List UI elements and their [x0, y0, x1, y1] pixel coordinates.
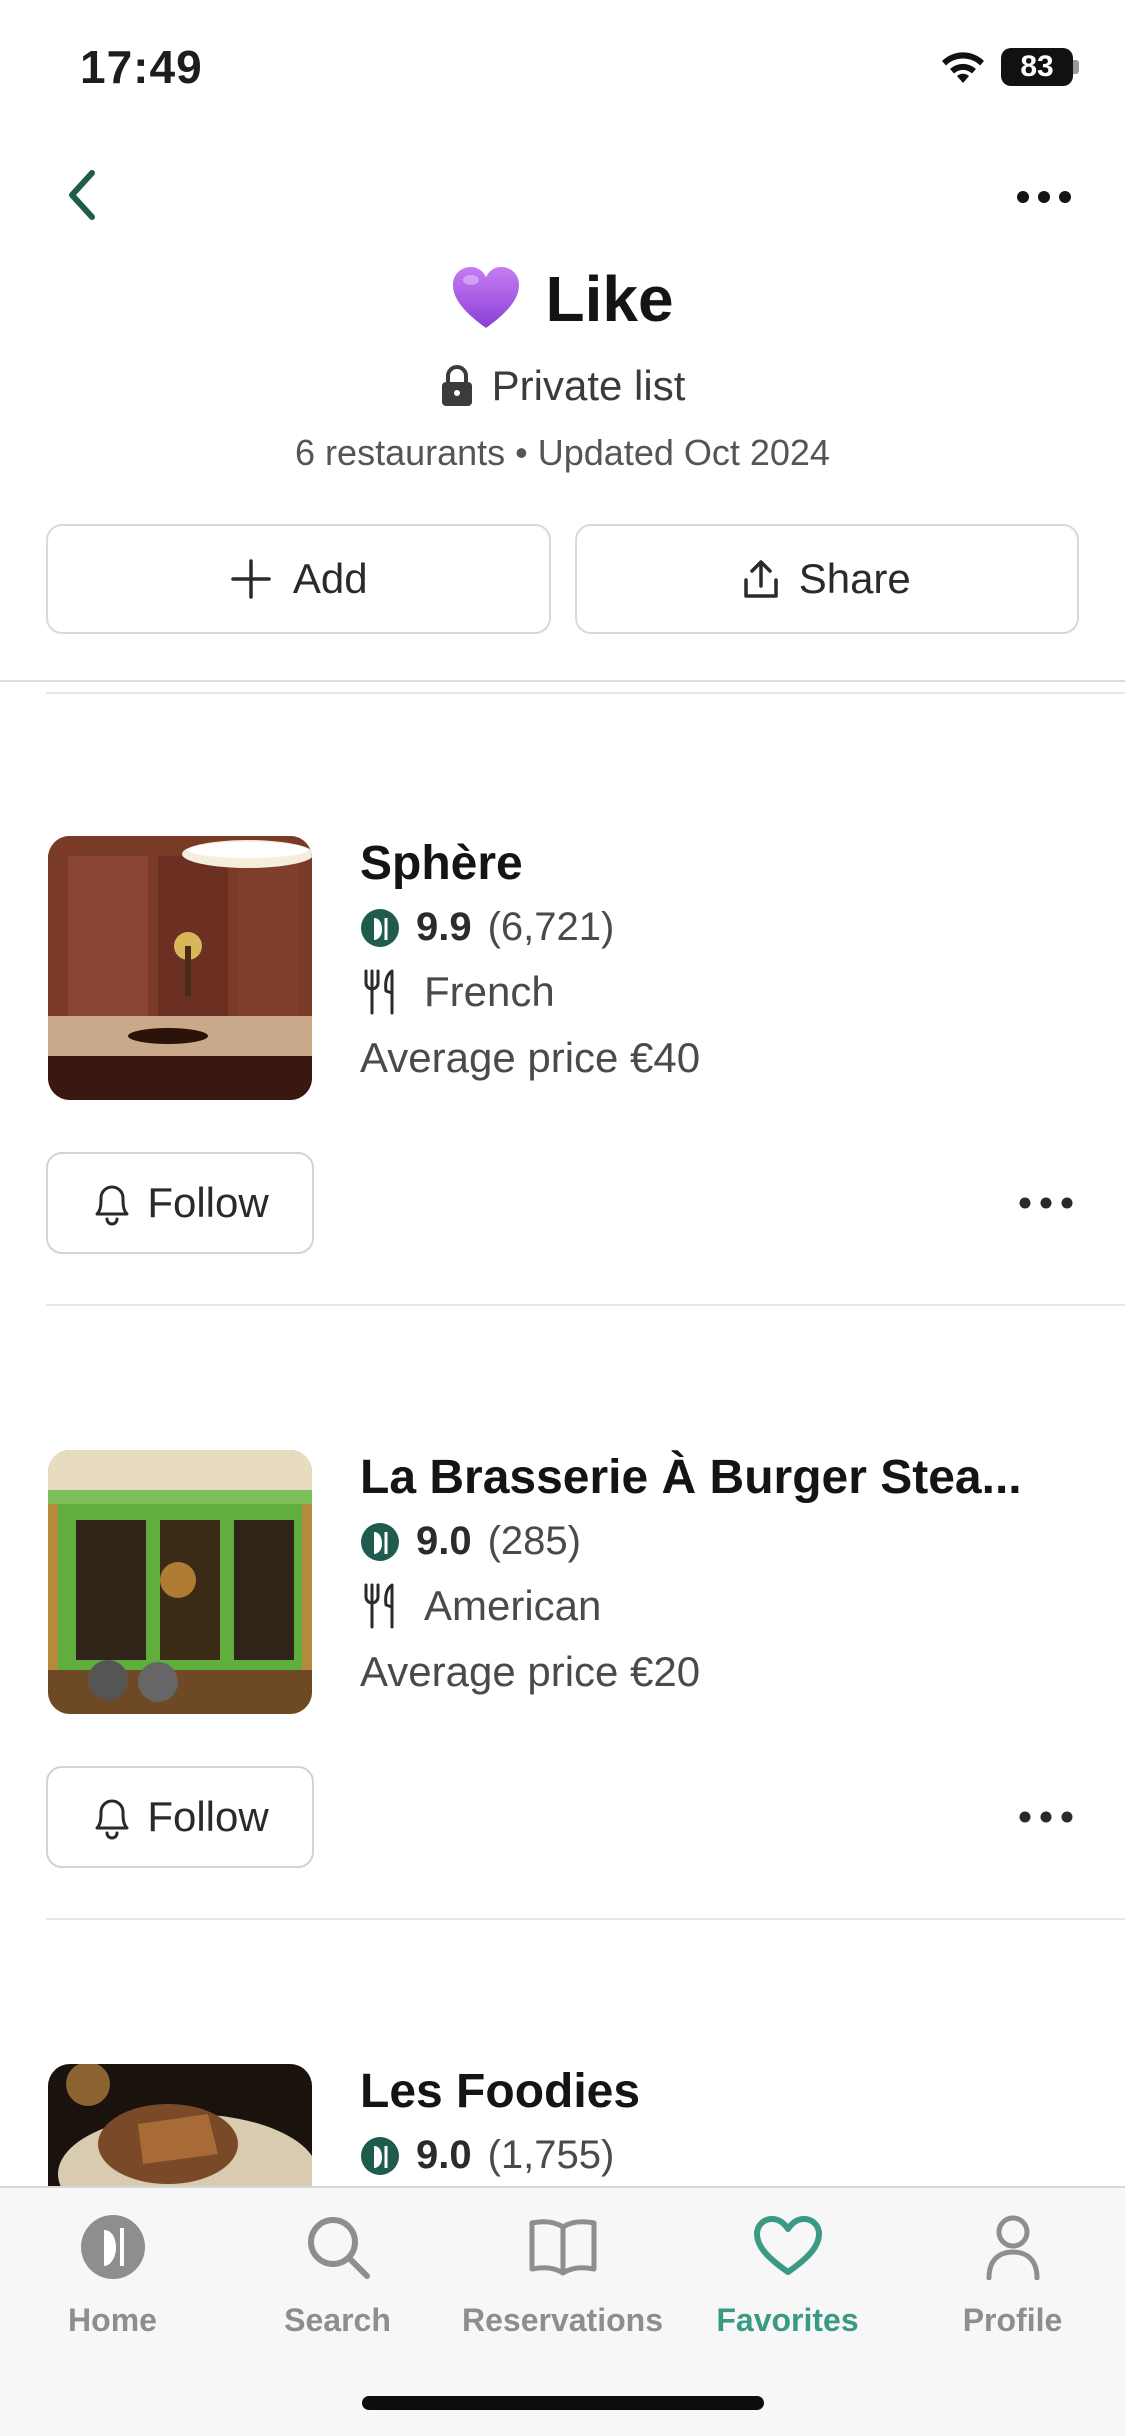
back-button[interactable]: [52, 160, 112, 230]
cuisine-line: French: [360, 968, 1080, 1016]
ellipsis-icon: [1019, 1811, 1073, 1823]
list-divider: [46, 692, 1125, 694]
review-count: (6,721): [487, 905, 615, 949]
tab-favorites[interactable]: Favorites: [675, 2210, 900, 2339]
rating-score: 9.9: [416, 905, 472, 949]
restaurant-info: La Brasserie À Burger Stea... 9.0 (285) …: [360, 1450, 1080, 1696]
average-price: Average price €20: [360, 1648, 701, 1695]
chevron-left-icon: [69, 170, 95, 220]
cuisine-label: French: [424, 968, 555, 1015]
restaurant-photo[interactable]: [48, 1450, 312, 1714]
rating-line: 9.0 (285): [360, 1519, 1080, 1564]
battery-indicator: 83: [1001, 48, 1073, 86]
restaurant-info: Les Foodies 9.0 (1,755): [360, 2064, 1080, 2178]
person-icon: [986, 2215, 1039, 2280]
share-icon: [743, 560, 778, 598]
privacy-label: Private list: [491, 362, 686, 409]
list-title-row: Like: [0, 262, 1125, 336]
tab-label: Search: [284, 2302, 391, 2338]
utensils-icon: [364, 969, 394, 1015]
list-meta: 6 restaurants • Updated Oct 2024: [295, 432, 830, 473]
header-divider: [0, 680, 1125, 682]
review-count: (1,755): [487, 2133, 615, 2177]
tab-profile[interactable]: Profile: [900, 2210, 1125, 2339]
cuisine-line: American: [360, 1582, 1080, 1630]
privacy-row: Private list: [0, 362, 1125, 410]
restaurant-photo[interactable]: [48, 2064, 312, 2186]
restaurant-name: Sphère: [360, 837, 523, 890]
bell-icon: [95, 1799, 129, 1840]
restaurant-more-button[interactable]: [1011, 1178, 1081, 1228]
card-divider: [46, 1918, 1125, 1920]
ellipsis-icon: [1019, 1197, 1073, 1209]
rating-badge-icon: [361, 908, 399, 947]
review-count: (285): [487, 1519, 581, 1563]
tab-label: Profile: [962, 2302, 1063, 2338]
heart-icon: [753, 2216, 822, 2275]
follow-button[interactable]: Follow: [46, 1766, 314, 1868]
status-bar: 17:49 83: [0, 0, 1125, 140]
battery-cap: [1073, 60, 1079, 74]
more-options-button[interactable]: [1009, 172, 1079, 222]
action-row: Add Share: [46, 524, 1079, 634]
rating-line: 9.0 (1,755): [360, 2133, 1080, 2178]
page-title: Like: [545, 263, 674, 335]
add-button-label: Add: [292, 555, 368, 602]
restaurant-photo[interactable]: [48, 836, 312, 1100]
rating-score: 9.0: [416, 1519, 472, 1563]
rating-badge-icon: [361, 2136, 399, 2175]
tab-label: Reservations: [462, 2302, 663, 2338]
search-icon: [307, 2217, 370, 2279]
follow-button-label: Follow: [147, 1179, 269, 1226]
cuisine-label: American: [424, 1582, 602, 1629]
share-button-label: Share: [798, 555, 911, 602]
add-button[interactable]: Add: [46, 524, 551, 634]
utensils-icon: [364, 1583, 394, 1629]
wifi-icon: [942, 52, 984, 83]
lock-icon: [441, 365, 472, 406]
restaurant-more-button[interactable]: [1011, 1792, 1081, 1842]
ellipsis-icon: [1017, 191, 1071, 203]
tab-reservations[interactable]: Reservations: [450, 2210, 675, 2339]
follow-button-label: Follow: [147, 1793, 269, 1840]
home-indicator: [362, 2396, 764, 2410]
status-icons: 83: [939, 48, 1079, 86]
tab-label: Favorites: [716, 2302, 859, 2338]
tab-label: Home: [68, 2302, 157, 2338]
tab-home[interactable]: Home: [0, 2210, 225, 2339]
book-icon: [529, 2219, 596, 2276]
restaurant-name: La Brasserie À Burger Stea...: [360, 1451, 1022, 1504]
rating-line: 9.9 (6,721): [360, 905, 1080, 950]
bell-icon: [95, 1185, 129, 1226]
plus-icon: [231, 559, 271, 599]
status-time: 17:49: [80, 41, 203, 93]
follow-button[interactable]: Follow: [46, 1152, 314, 1254]
purple-heart-icon: [453, 267, 520, 328]
rating-score: 9.0: [416, 2133, 472, 2177]
average-price: Average price €40: [360, 1034, 701, 1081]
fork-knife-icon: [80, 2215, 145, 2279]
tab-search[interactable]: Search: [225, 2210, 450, 2339]
share-button[interactable]: Share: [574, 524, 1079, 634]
rating-badge-icon: [361, 1522, 399, 1561]
restaurant-name: Les Foodies: [360, 2065, 641, 2118]
restaurant-info: Sphère 9.9 (6,721) French Average price …: [360, 836, 1080, 1082]
card-divider: [46, 1304, 1125, 1306]
